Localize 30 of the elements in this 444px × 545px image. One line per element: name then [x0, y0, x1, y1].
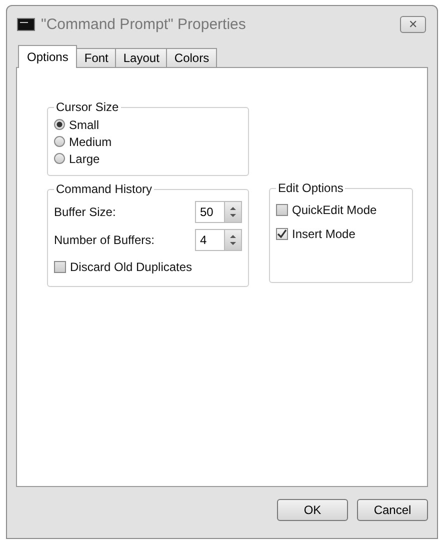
console-icon: [17, 18, 35, 30]
option-label: Large: [69, 152, 100, 166]
tab[interactable]: Layout: [115, 48, 168, 67]
radio-button[interactable]: [54, 119, 65, 130]
checkbox[interactable]: [276, 204, 288, 216]
spinner-arrows-icon[interactable]: [224, 202, 241, 222]
window-title: "Command Prompt" Properties: [41, 16, 247, 32]
group-title: Command History: [55, 182, 154, 196]
tab[interactable]: Colors: [166, 48, 218, 67]
option-label: Insert Mode: [292, 227, 356, 241]
field-label: Buffer Size:: [54, 205, 116, 219]
spin-box[interactable]: 4: [195, 229, 242, 251]
dialog-button[interactable]: Cancel: [357, 499, 428, 521]
option-label: QuickEdit Mode: [292, 203, 377, 217]
group-title: Edit Options: [277, 181, 344, 195]
field-label: Number of Buffers:: [54, 233, 154, 247]
option-label: Discard Old Duplicates: [70, 260, 192, 274]
radio-button[interactable]: [54, 153, 65, 164]
checkbox[interactable]: [54, 261, 66, 273]
radio-button[interactable]: [54, 136, 65, 147]
option-label: Medium: [69, 134, 112, 148]
tab[interactable]: Options: [18, 45, 78, 68]
close-button[interactable]: ✕: [400, 16, 426, 32]
tab[interactable]: Font: [76, 48, 116, 67]
option-label: Small: [69, 118, 100, 132]
dialog-button[interactable]: OK: [277, 499, 348, 521]
checkbox[interactable]: [276, 228, 288, 240]
group-title: Cursor Size: [55, 100, 120, 114]
spinner-arrows-icon[interactable]: [224, 230, 241, 250]
spin-box[interactable]: 50: [195, 201, 242, 223]
